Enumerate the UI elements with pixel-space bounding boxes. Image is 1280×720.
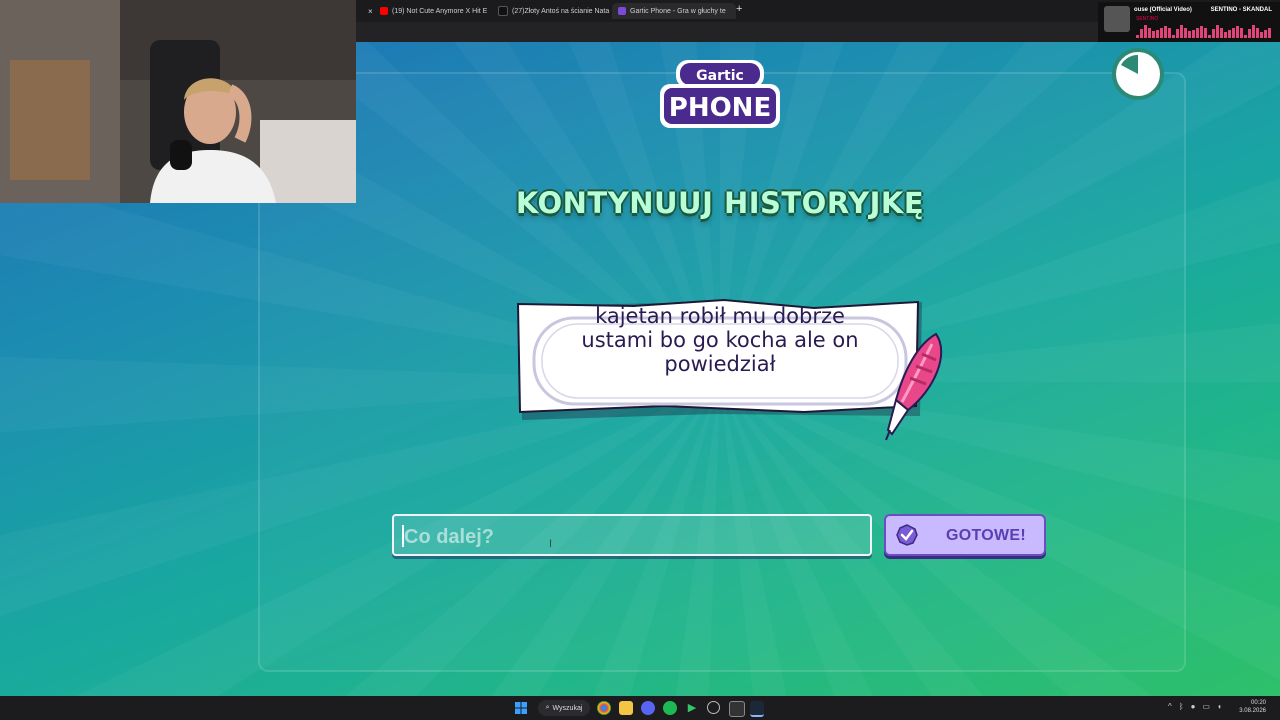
visualizer-bar (1236, 26, 1239, 38)
visualizer-bar (1156, 30, 1159, 38)
story-text: kajetan robił mu dobrze ustami bo go koc… (581, 304, 859, 376)
visualizer-bar (1264, 30, 1267, 38)
visualizer-bar (1164, 26, 1167, 38)
visualizer-bar (1176, 29, 1179, 38)
visualizer-bar (1196, 28, 1199, 38)
windows-start-icon[interactable] (514, 701, 528, 715)
visualizer-bar (1184, 28, 1187, 38)
youtube-icon (380, 7, 388, 15)
now-playing-widget: ouse (Official Video) SENTINO - SKANDAL … (1098, 2, 1280, 42)
tab-title: (27)Złoty Antoś na ścianie Nata (512, 7, 610, 15)
spotify-icon[interactable] (663, 701, 677, 715)
visualizer-bar (1136, 35, 1139, 38)
play-icon[interactable]: ▶ (685, 701, 699, 715)
story-continuation-input[interactable]: Co dalej? (392, 514, 872, 556)
search-label: Wyszukaj (552, 704, 583, 712)
visualizer-bar (1200, 26, 1203, 38)
logo-top-text: Gartic (696, 68, 744, 84)
timer-icon (1112, 48, 1164, 100)
tab-close-button[interactable]: × (362, 3, 373, 19)
bluetooth-icon[interactable]: ᛒ (1179, 702, 1184, 711)
taskbar: ⌕ Wyszukaj ▶ ^ ᛒ ● ▭ ◖ 00:20 3.08.2026 (0, 696, 1280, 720)
visualizer-bar (1160, 28, 1163, 38)
mouse-cursor-icon: I (549, 538, 553, 550)
album-art (1104, 6, 1130, 32)
network-icon[interactable]: ▭ (1202, 702, 1210, 711)
now-playing-artist: SENTINO (1136, 16, 1159, 22)
text-caret (402, 525, 404, 547)
audio-visualizer (1136, 24, 1272, 38)
chrome-icon[interactable] (597, 701, 611, 715)
visualizer-bar (1224, 32, 1227, 38)
tab-title: Gartic Phone - Gra w głuchy te (630, 7, 726, 15)
check-icon (896, 524, 918, 546)
gartic-phone-icon (618, 7, 626, 15)
visualizer-bar (1256, 28, 1259, 38)
visualizer-bar (1268, 28, 1271, 38)
clock-time: 00:20 (1250, 700, 1266, 706)
now-playing-title: ouse (Official Video) (1134, 7, 1192, 13)
microphone-icon[interactable]: ● (1191, 702, 1196, 711)
tiktok-icon (498, 6, 508, 16)
search-icon: ⌕ (545, 704, 550, 711)
clock-date: 3.08.2026 (1239, 708, 1266, 714)
visualizer-bar (1168, 28, 1171, 38)
visualizer-bar (1220, 28, 1223, 38)
tab-youtube[interactable]: (19) Not Cute Anymore X Hit E × (380, 3, 492, 19)
system-tray: ^ ᛒ ● ▭ ◖ (1168, 702, 1222, 711)
discord-icon[interactable] (641, 701, 655, 715)
visualizer-bar (1232, 28, 1235, 38)
epic-games-icon[interactable] (729, 701, 745, 717)
visualizer-bar (1240, 28, 1243, 38)
file-explorer-icon[interactable] (619, 701, 633, 715)
visualizer-bar (1260, 32, 1263, 38)
visualizer-bar (1204, 28, 1207, 38)
logo-bottom-text: PHONE (669, 93, 771, 123)
visualizer-bar (1152, 31, 1155, 38)
steam-icon[interactable] (750, 701, 764, 717)
visualizer-bar (1144, 25, 1147, 38)
visualizer-bar (1172, 35, 1175, 38)
settings-icon[interactable] (707, 701, 720, 714)
webcam-overlay (0, 0, 356, 203)
new-tab-button[interactable]: + (736, 3, 742, 15)
input-placeholder: Co dalej? (404, 526, 495, 548)
done-button[interactable]: GOTOWE! (884, 514, 1046, 556)
visualizer-bar (1188, 31, 1191, 38)
tab-title: (19) Not Cute Anymore X Hit E (392, 7, 488, 15)
tab-gartic-phone[interactable]: Gartic Phone - Gra w głuchy te × (612, 3, 736, 19)
gartic-phone-logo: Gartic PHONE (660, 60, 780, 128)
chevron-up-icon[interactable]: ^ (1168, 702, 1172, 711)
visualizer-bar (1180, 25, 1183, 38)
clock[interactable]: 00:20 3.08.2026 (1239, 699, 1266, 715)
visualizer-bar (1248, 29, 1251, 38)
visualizer-bar (1140, 29, 1143, 38)
volume-icon[interactable]: ◖ (1217, 702, 1222, 711)
page-title: KONTYNUUJ HISTORYJKĘ (515, 186, 925, 220)
visualizer-bar (1212, 29, 1215, 38)
quill-icon (885, 332, 943, 441)
visualizer-bar (1244, 35, 1247, 38)
visualizer-bar (1148, 28, 1151, 38)
visualizer-bar (1252, 25, 1255, 38)
visualizer-bar (1192, 30, 1195, 38)
tab-tiktok[interactable]: (27)Złoty Antoś na ścianie Nata × (498, 3, 610, 19)
visualizer-bar (1208, 35, 1211, 38)
visualizer-bar (1228, 30, 1231, 38)
now-playing-header: SENTINO - SKANDAL (1210, 7, 1272, 13)
taskbar-search[interactable]: ⌕ Wyszukaj (538, 700, 590, 716)
done-button-label: GOTOWE! (945, 527, 1027, 544)
visualizer-bar (1216, 25, 1219, 38)
